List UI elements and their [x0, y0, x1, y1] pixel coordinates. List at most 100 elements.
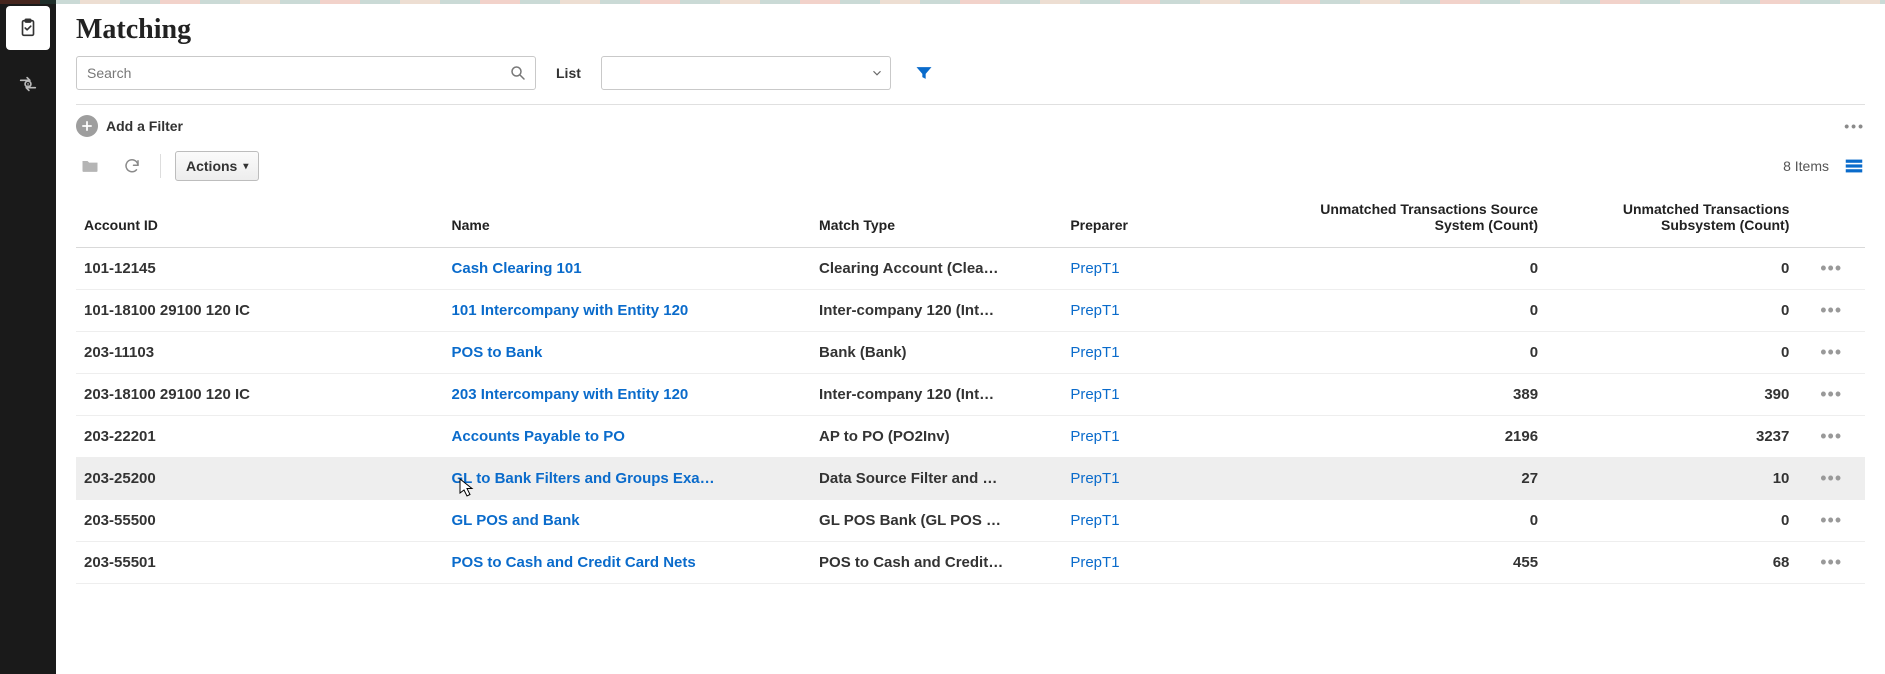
row-menu-button[interactable]: •••: [1797, 542, 1865, 584]
cell-account-id: 203-25200: [76, 458, 444, 500]
cell-unmatched-source: 2196: [1287, 416, 1546, 458]
table-row[interactable]: 203-22201 Accounts Payable to PO AP to PO …: [76, 416, 1865, 458]
cell-account-id: 101-18100 29100 120 IC: [76, 290, 444, 332]
cell-unmatched-source: 0: [1287, 332, 1546, 374]
name-link[interactable]: GL POS and Bank: [452, 512, 580, 529]
row-menu-button[interactable]: •••: [1797, 500, 1865, 542]
name-link[interactable]: GL to Bank Filters and Groups Exa…: [452, 470, 715, 487]
list-view-toggle[interactable]: [1843, 155, 1865, 177]
col-account-id[interactable]: Account ID: [76, 191, 444, 248]
toolbar-left: Actions ▾: [76, 151, 259, 181]
cell-account-id: 101-12145: [76, 248, 444, 290]
cell-unmatched-sub: 390: [1546, 374, 1797, 416]
table-row[interactable]: 101-12145 Cash Clearing 101 Clearing Accou…: [76, 248, 1865, 290]
search-icon[interactable]: [506, 61, 530, 85]
table-row[interactable]: 203-18100 29100 120 IC 203 Intercompany w…: [76, 374, 1865, 416]
list-select[interactable]: [601, 56, 891, 90]
cell-unmatched-sub: 10: [1546, 458, 1797, 500]
col-unmatched-source[interactable]: Unmatched Transactions Source System (Co…: [1287, 191, 1546, 248]
cell-match-type: POS to Cash and Credit…: [811, 542, 1062, 584]
row-menu-button[interactable]: •••: [1797, 374, 1865, 416]
row-menu-button[interactable]: •••: [1797, 290, 1865, 332]
preparer-link[interactable]: PrepT1: [1070, 428, 1119, 445]
name-link[interactable]: POS to Cash and Credit Card Nets: [452, 554, 696, 571]
row-menu-button[interactable]: •••: [1797, 248, 1865, 290]
cell-match-type: Clearing Account (Clea…: [811, 248, 1062, 290]
folder-icon[interactable]: [76, 152, 104, 180]
search-wrap: [76, 56, 536, 90]
name-link[interactable]: Cash Clearing 101: [452, 260, 582, 277]
cell-unmatched-sub: 0: [1546, 500, 1797, 542]
cell-unmatched-sub: 3237: [1546, 416, 1797, 458]
table-row[interactable]: 203-55500GL POS and BankGL POS Bank (GL …: [76, 500, 1865, 542]
plus-circle-icon: [76, 115, 98, 137]
preparer-link[interactable]: PrepT1: [1070, 302, 1119, 319]
toolbar: Actions ▾ 8 Items: [76, 145, 1865, 191]
cell-match-type: AP to PO (PO2Inv): [811, 416, 1062, 458]
main-content: Matching List Add: [56, 0, 1885, 674]
name-link[interactable]: Accounts Payable to PO: [452, 428, 625, 445]
preparer-link[interactable]: PrepT1: [1070, 260, 1119, 277]
cell-match-type: GL POS Bank (GL POS …: [811, 500, 1062, 542]
results-table: Account ID Name Match Type Preparer Unma…: [76, 191, 1865, 584]
preparer-link[interactable]: PrepT1: [1070, 386, 1119, 403]
actions-menu-button[interactable]: Actions ▾: [175, 151, 259, 181]
col-unmatched-sub[interactable]: Unmatched Transactions Subsystem (Count): [1546, 191, 1797, 248]
cell-match-type: Inter-company 120 (Int…: [811, 290, 1062, 332]
cell-account-id: 203-11103: [76, 332, 444, 374]
app-sidebar: $: [0, 0, 56, 674]
cell-name: POS to Cash and Credit Card Nets: [444, 542, 812, 584]
cell-unmatched-source: 0: [1287, 500, 1546, 542]
toolbar-divider: [160, 154, 161, 178]
cell-name: GL to Bank Filters and Groups Exa…: [444, 458, 812, 500]
cell-name: Cash Clearing 101: [444, 248, 812, 290]
col-preparer[interactable]: Preparer: [1062, 191, 1286, 248]
col-match-type[interactable]: Match Type: [811, 191, 1062, 248]
sidebar-item-transactions[interactable]: $: [6, 62, 50, 106]
table-row[interactable]: 203-11103POS to BankBank (Bank)PrepT100•…: [76, 332, 1865, 374]
funnel-icon: [914, 63, 934, 83]
cell-preparer: PrepT1: [1062, 416, 1286, 458]
cell-preparer: PrepT1: [1062, 332, 1286, 374]
preparer-link[interactable]: PrepT1: [1070, 554, 1119, 571]
filter-bar: Add a Filter •••: [76, 105, 1865, 145]
refresh-icon[interactable]: [118, 152, 146, 180]
name-link[interactable]: POS to Bank: [452, 344, 543, 361]
table-row[interactable]: 203-55501POS to Cash and Credit Card Net…: [76, 542, 1865, 584]
table-wrap: Account ID Name Match Type Preparer Unma…: [76, 191, 1865, 674]
clipboard-icon: [17, 17, 39, 39]
name-link[interactable]: 203 Intercompany with Entity 120: [452, 386, 689, 403]
list-label: List: [556, 65, 581, 81]
cell-name: 203 Intercompany with Entity 120: [444, 374, 812, 416]
cell-match-type: Inter-company 120 (Int…: [811, 374, 1062, 416]
cell-unmatched-source: 389: [1287, 374, 1546, 416]
cell-account-id: 203-22201: [76, 416, 444, 458]
cell-preparer: PrepT1: [1062, 542, 1286, 584]
search-input[interactable]: [76, 56, 536, 90]
cell-unmatched-sub: 0: [1546, 248, 1797, 290]
sidebar-item-worklist[interactable]: [6, 6, 50, 50]
transactions-icon: $: [17, 73, 39, 95]
table-row[interactable]: 101-18100 29100 120 IC 101 Intercompany w…: [76, 290, 1865, 332]
cell-account-id: 203-18100 29100 120 IC: [76, 374, 444, 416]
filter-bar-more-icon[interactable]: •••: [1844, 118, 1865, 134]
add-filter-button[interactable]: Add a Filter: [76, 115, 183, 137]
preparer-link[interactable]: PrepT1: [1070, 344, 1119, 361]
cell-unmatched-source: 0: [1287, 248, 1546, 290]
filter-button[interactable]: [911, 60, 937, 86]
cell-preparer: PrepT1: [1062, 500, 1286, 542]
cell-name: Accounts Payable to PO: [444, 416, 812, 458]
row-menu-button[interactable]: •••: [1797, 332, 1865, 374]
row-menu-button[interactable]: •••: [1797, 416, 1865, 458]
toolbar-right: 8 Items: [1783, 155, 1865, 177]
preparer-link[interactable]: PrepT1: [1070, 512, 1119, 529]
row-menu-button[interactable]: •••: [1797, 458, 1865, 500]
name-link[interactable]: 101 Intercompany with Entity 120: [452, 302, 689, 319]
actions-label: Actions: [186, 158, 237, 174]
col-actions: [1797, 191, 1865, 248]
cell-name: POS to Bank: [444, 332, 812, 374]
cell-unmatched-source: 27: [1287, 458, 1546, 500]
preparer-link[interactable]: PrepT1: [1070, 470, 1119, 487]
table-row[interactable]: 203-25200 GL to Bank Filters and Groups E…: [76, 458, 1865, 500]
col-name[interactable]: Name: [444, 191, 812, 248]
